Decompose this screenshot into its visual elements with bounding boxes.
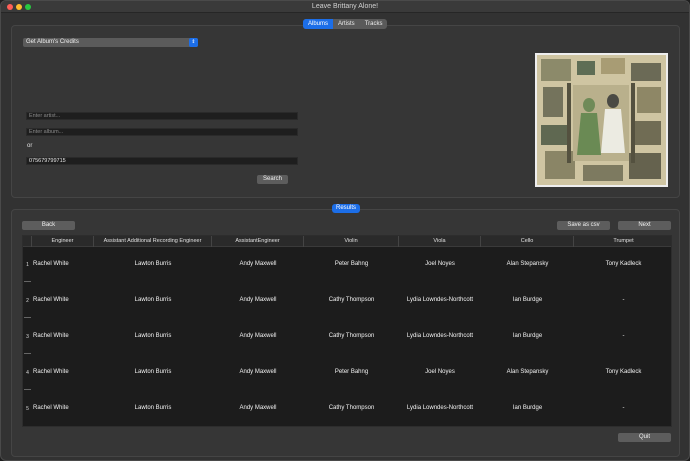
row-number: 1: [26, 262, 29, 268]
or-label: or: [27, 143, 33, 149]
row-number: 2: [26, 298, 29, 304]
chevron-updown-icon: ⇕: [189, 38, 198, 47]
table-cell[interactable]: Rachel White: [33, 369, 95, 375]
table-cell[interactable]: Ian Burdge: [481, 333, 574, 339]
table-cell[interactable]: Andy Maxwell: [212, 261, 304, 267]
table-cell[interactable]: Rachel White: [33, 333, 95, 339]
album-cover-art: [537, 55, 666, 185]
table-cell[interactable]: Lawton Burris: [94, 333, 212, 339]
table-cell[interactable]: Lydia Lowndes-Northcott: [399, 333, 481, 339]
table-cell[interactable]: Andy Maxwell: [212, 369, 304, 375]
row-divider: [24, 281, 31, 282]
table-cell[interactable]: Lydia Lowndes-Northcott: [399, 405, 481, 411]
column-header[interactable]: Viola: [399, 236, 481, 247]
table-cell[interactable]: Peter Bahng: [304, 369, 399, 375]
window-title: Leave Brittany Alone!: [311, 3, 379, 10]
table-cell[interactable]: Ian Burdge: [481, 405, 574, 411]
album-input[interactable]: Enter album...: [26, 128, 298, 136]
tab-albums[interactable]: Albums: [303, 19, 334, 29]
table-cell[interactable]: Lawton Burris: [94, 369, 212, 375]
results-label: Results: [332, 204, 360, 213]
column-header[interactable]: AssistantEngineer: [212, 236, 304, 247]
row-divider: [24, 389, 31, 390]
table-cell[interactable]: Lydia Lowndes-Northcott: [399, 297, 481, 303]
table-cell[interactable]: Peter Bahng: [304, 261, 399, 267]
table-cell[interactable]: Andy Maxwell: [212, 405, 304, 411]
row-number: 4: [26, 370, 29, 376]
tab-tracks[interactable]: Tracks: [360, 19, 388, 29]
table-cell[interactable]: Rachel White: [33, 297, 95, 303]
artist-input[interactable]: Enter artist...: [26, 112, 298, 120]
save-csv-button[interactable]: Save as csv: [557, 221, 610, 230]
album-cover-image: [535, 53, 668, 187]
table-cell[interactable]: Lawton Burris: [94, 297, 212, 303]
table-cell[interactable]: Tony Kadleck: [574, 369, 671, 375]
back-button[interactable]: Back: [22, 221, 75, 230]
table-cell[interactable]: -: [574, 333, 671, 339]
quit-button[interactable]: Quit: [618, 433, 671, 442]
column-header[interactable]: Assistant Additional Recording Engineer: [94, 236, 212, 247]
column-header[interactable]: Violin: [304, 236, 399, 247]
table-cell[interactable]: Lawton Burris: [94, 405, 212, 411]
column-header[interactable]: Cello: [481, 236, 574, 247]
row-divider: [24, 317, 31, 318]
table-cell[interactable]: Lawton Burris: [94, 261, 212, 267]
table-cell[interactable]: Andy Maxwell: [212, 297, 304, 303]
table-cell[interactable]: Tony Kadleck: [574, 261, 671, 267]
table-cell[interactable]: Cathy Thompson: [304, 333, 399, 339]
tab-artists[interactable]: Artists: [333, 19, 360, 29]
table-cell[interactable]: Alan Stepansky: [481, 261, 574, 267]
table-cell[interactable]: Ian Burdge: [481, 297, 574, 303]
credits-table: Engineer Assistant Additional Recording …: [22, 235, 672, 427]
table-cell[interactable]: Cathy Thompson: [304, 297, 399, 303]
table-cell[interactable]: Joel Noyes: [399, 261, 481, 267]
query-type-select[interactable]: Get Album's Credits ⇕: [23, 38, 198, 47]
title-bar: Leave Brittany Alone!: [1, 1, 689, 13]
row-number-header: [23, 236, 32, 247]
app-window: Leave Brittany Alone! Albums Artists Tra…: [0, 0, 690, 461]
column-header[interactable]: Trumpet: [574, 236, 671, 247]
table-cell[interactable]: Alan Stepansky: [481, 369, 574, 375]
table-cell[interactable]: Andy Maxwell: [212, 333, 304, 339]
column-header[interactable]: Engineer: [32, 236, 94, 247]
barcode-input[interactable]: 075679799715: [26, 157, 298, 165]
table-cell[interactable]: Cathy Thompson: [304, 405, 399, 411]
table-cell[interactable]: Joel Noyes: [399, 369, 481, 375]
query-type-selected-value: Get Album's Credits: [26, 39, 79, 45]
mode-tabs: Albums Artists Tracks: [303, 19, 388, 29]
search-button[interactable]: Search: [257, 175, 288, 184]
table-header: Engineer Assistant Additional Recording …: [23, 236, 671, 247]
row-number: 5: [26, 406, 29, 412]
row-number: 3: [26, 334, 29, 340]
table-cell[interactable]: -: [574, 297, 671, 303]
table-cell[interactable]: -: [574, 405, 671, 411]
table-cell[interactable]: Rachel White: [33, 405, 95, 411]
table-cell[interactable]: Rachel White: [33, 261, 95, 267]
row-divider: [24, 353, 31, 354]
next-button[interactable]: Next: [618, 221, 671, 230]
